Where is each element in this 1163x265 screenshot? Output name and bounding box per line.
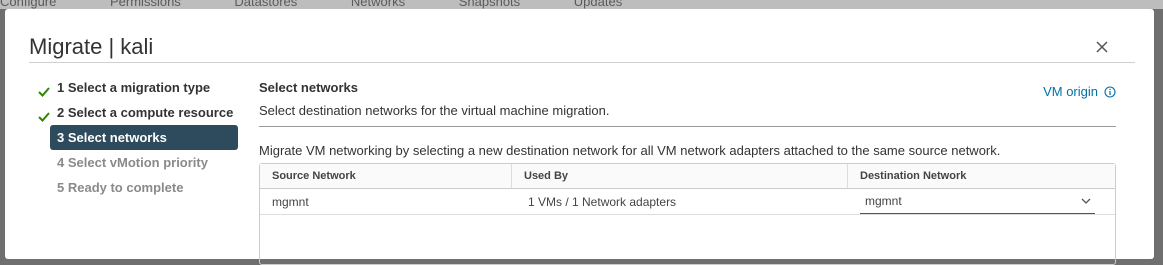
background-menu-item: Networks [350, 0, 406, 9]
background-app-menu: Configure Permissions Datastores Network… [0, 0, 1163, 9]
wizard-step-migration-type[interactable]: 1 Select a migration type [32, 75, 242, 100]
check-icon [38, 81, 50, 97]
column-header-used-by[interactable]: Used By [512, 164, 848, 188]
check-icon [38, 106, 50, 122]
background-menu-item: Permissions [110, 0, 181, 9]
source-network-cell: mgmnt [272, 194, 309, 209]
title-divider [29, 62, 1135, 63]
table-row[interactable]: mgmnt 1 VMs / 1 Network adapters mgmnt [260, 189, 1115, 215]
wizard-step-ready-to-complete: 5 Ready to complete [32, 175, 242, 200]
dialog-title: Migrate | kali [29, 34, 154, 59]
used-by-cell: 1 VMs / 1 Network adapters [528, 194, 677, 209]
vm-origin-label: VM origin [1043, 84, 1098, 99]
destination-network-value: mgmnt [865, 194, 902, 208]
vm-origin-link[interactable]: VM origin [1043, 84, 1116, 99]
background-menu-item: Datastores [234, 0, 298, 9]
section-description: Select destination networks for the virt… [259, 103, 610, 118]
wizard-steps: 1 Select a migration type 2 Select a com… [32, 75, 242, 200]
wizard-step-label: 1 Select a migration type [57, 80, 211, 95]
column-header-destination-network[interactable]: Destination Network [848, 164, 1115, 188]
background-menu-item: Updates [573, 0, 623, 9]
info-icon [1104, 85, 1116, 98]
wizard-step-label: 2 Select a compute resource [57, 105, 234, 120]
section-title: Select networks [259, 80, 358, 95]
destination-network-cell: mgmnt [848, 189, 1115, 214]
wizard-step-vmotion-priority: 4 Select vMotion priority [32, 150, 242, 175]
wizard-step-label: 5 Ready to complete [57, 180, 184, 195]
instructions-text: Migrate VM networking by selecting a new… [259, 143, 1001, 158]
background-menu-item: Configure [0, 0, 57, 9]
migrate-dialog: Migrate | kali 1 Select a migration type… [5, 9, 1154, 265]
wizard-step-label: 3 Select networks [57, 130, 167, 145]
chevron-down-icon [1081, 198, 1091, 204]
background-menu-items: Configure Permissions Datastores Network… [0, 0, 672, 9]
network-grid: Source Network Used By Destination Netwo… [259, 163, 1116, 265]
destination-network-select[interactable]: mgmnt [860, 190, 1095, 214]
background-menu-item: Snapshots [458, 0, 521, 9]
wizard-step-compute-resource[interactable]: 2 Select a compute resource [32, 100, 242, 125]
close-icon[interactable] [1095, 40, 1109, 54]
wizard-step-label: 4 Select vMotion priority [57, 155, 208, 170]
grid-header: Source Network Used By Destination Netwo… [260, 164, 1115, 189]
column-header-source-network[interactable]: Source Network [260, 164, 512, 188]
section-divider [259, 126, 1116, 127]
wizard-step-select-networks[interactable]: 3 Select networks [50, 125, 238, 150]
